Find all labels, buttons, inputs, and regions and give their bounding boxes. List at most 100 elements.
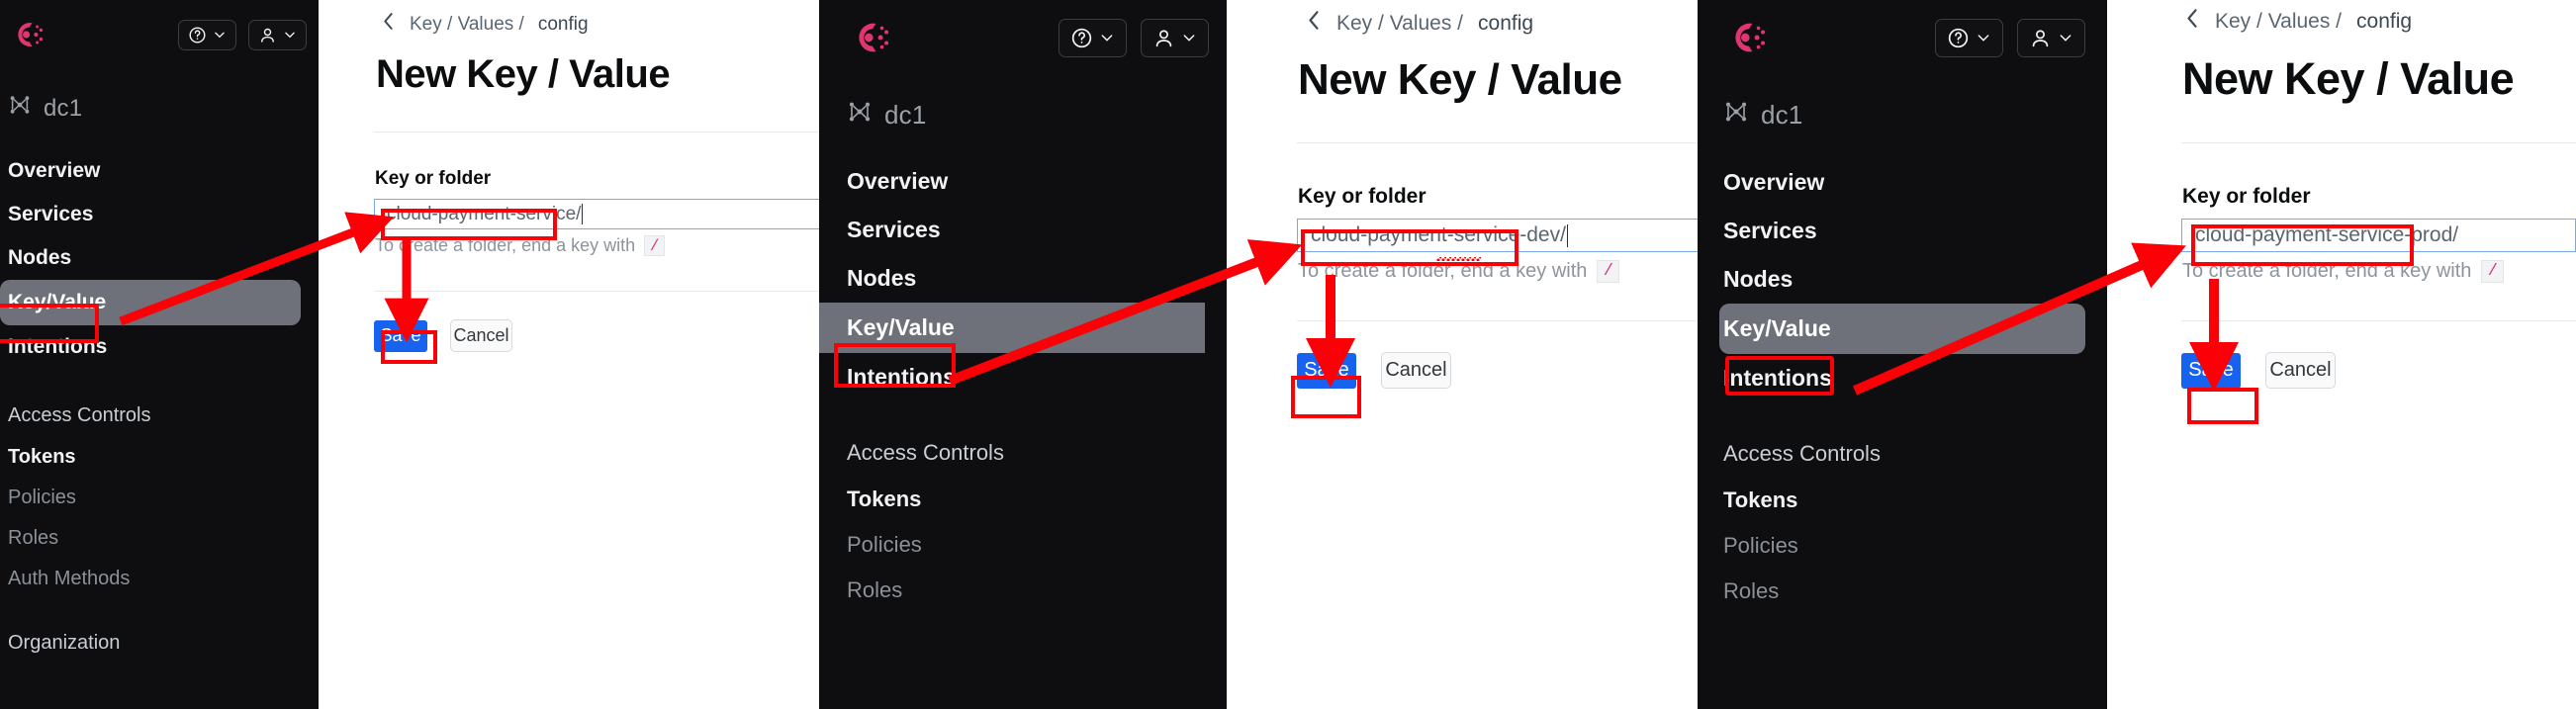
sidebar-item-label: Services bbox=[847, 217, 941, 242]
chevron-left-icon[interactable] bbox=[2184, 8, 2200, 35]
datacenter-selector[interactable]: dc1 bbox=[1698, 99, 2107, 132]
chevron-left-icon[interactable] bbox=[1306, 10, 1322, 37]
sidebar-item-services[interactable]: Services bbox=[819, 206, 1227, 254]
main-content: Key / Values / config New Key / Value Ke… bbox=[319, 0, 819, 709]
sidebar-item-label: Intentions bbox=[8, 335, 108, 358]
sidebar-item-services[interactable]: Services bbox=[1698, 207, 2107, 255]
sidebar-item-label: Policies bbox=[847, 532, 922, 557]
user-menu-button[interactable] bbox=[2017, 18, 2085, 57]
datacenter-name: dc1 bbox=[884, 100, 927, 130]
breadcrumb-segment-config[interactable]: config bbox=[1478, 12, 1533, 36]
sidebar-item-roles[interactable]: Roles bbox=[819, 568, 1227, 613]
sidebar-item-key-value[interactable]: Key/Value bbox=[1719, 304, 2085, 354]
sidebar-item-key-value[interactable]: Key/Value bbox=[819, 303, 1205, 353]
page-title: New Key / Value bbox=[1298, 55, 1622, 104]
help-menu-button[interactable] bbox=[1058, 18, 1127, 57]
sidebar-item-auth-methods[interactable]: Auth Methods bbox=[0, 559, 319, 599]
sidebar-item-policies[interactable]: Policies bbox=[1698, 523, 2107, 569]
sidebar-nav: Overview Services Nodes Key/Value Intent… bbox=[0, 149, 319, 664]
sidebar-item-overview[interactable]: Overview bbox=[819, 157, 1227, 206]
sidebar-item-tokens[interactable]: Tokens bbox=[1698, 478, 2107, 523]
sidebar-section-access-controls: Access Controls bbox=[1698, 430, 2107, 478]
sidebar-item-tokens[interactable]: Tokens bbox=[819, 477, 1227, 522]
main-content: Key / Values / config New Key / Value Ke… bbox=[1227, 0, 1698, 709]
sidebar-item-intentions[interactable]: Intentions bbox=[1698, 354, 2107, 402]
sidebar-section-label: Access Controls bbox=[1723, 441, 1881, 466]
datacenter-icon bbox=[1723, 99, 1749, 132]
breadcrumb-segment-key-values[interactable]: Key / Values / bbox=[1336, 12, 1463, 36]
chevron-down-icon bbox=[2058, 30, 2073, 45]
sidebar-item-label: Overview bbox=[1723, 169, 1825, 195]
sidebar: dc1 Overview Services Nodes Key/Value In… bbox=[1698, 0, 2107, 709]
folder-hint-text: To create a folder, end a key with bbox=[1298, 260, 1588, 282]
sidebar-item-label: Key/Value bbox=[8, 291, 107, 313]
cancel-button[interactable]: Cancel bbox=[450, 319, 512, 352]
consul-logo-icon[interactable] bbox=[847, 14, 894, 61]
form-actions: Save Cancel bbox=[2181, 352, 2576, 389]
form-actions: Save Cancel bbox=[374, 319, 819, 352]
datacenter-selector[interactable]: dc1 bbox=[0, 93, 319, 124]
divider-top bbox=[1297, 142, 1698, 143]
divider-bottom bbox=[1297, 320, 1698, 321]
key-or-folder-value: cloud-payment-service-dev/ bbox=[1311, 223, 1566, 246]
cancel-button[interactable]: Cancel bbox=[2265, 352, 2336, 389]
sidebar-section-label: Access Controls bbox=[8, 404, 151, 426]
sidebar-item-policies[interactable]: Policies bbox=[0, 478, 319, 518]
consul-logo-icon[interactable] bbox=[1723, 14, 1771, 61]
question-circle-icon bbox=[188, 26, 207, 44]
user-menu-button[interactable] bbox=[248, 19, 307, 50]
sidebar-section-label: Access Controls bbox=[847, 440, 1004, 465]
save-button[interactable]: Save bbox=[2181, 352, 2241, 389]
sidebar-item-label: Roles bbox=[847, 577, 903, 602]
sidebar-item-intentions[interactable]: Intentions bbox=[819, 353, 1227, 401]
key-or-folder-label: Key or folder bbox=[375, 168, 492, 189]
key-or-folder-input[interactable]: cloud-payment-service-prod/ bbox=[2181, 219, 2576, 252]
breadcrumb-segment-config[interactable]: config bbox=[538, 14, 589, 36]
sidebar-header bbox=[1698, 0, 2107, 61]
sidebar-nav: Overview Services Nodes Key/Value Intent… bbox=[819, 157, 1227, 613]
sidebar-item-nodes[interactable]: Nodes bbox=[0, 236, 319, 280]
sidebar-item-intentions[interactable]: Intentions bbox=[0, 325, 319, 369]
sidebar-item-label: Overview bbox=[847, 168, 949, 194]
sidebar-item-label: Tokens bbox=[1723, 487, 1798, 512]
page-title: New Key / Value bbox=[376, 52, 671, 96]
breadcrumb-segment-config[interactable]: config bbox=[2356, 10, 2412, 34]
sidebar-item-nodes[interactable]: Nodes bbox=[819, 254, 1227, 303]
sidebar-item-tokens[interactable]: Tokens bbox=[0, 437, 319, 478]
screenshot-root: dc1 Overview Services Nodes Key/Value In… bbox=[0, 0, 2576, 709]
chevron-down-icon bbox=[1976, 30, 1991, 45]
folder-hint-text: To create a folder, end a key with bbox=[2182, 260, 2472, 282]
sidebar-section-access-controls: Access Controls bbox=[0, 395, 319, 437]
save-button[interactable]: Save bbox=[1297, 352, 1356, 389]
sidebar-item-roles[interactable]: Roles bbox=[0, 518, 319, 559]
sidebar-item-policies[interactable]: Policies bbox=[819, 522, 1227, 568]
help-menu-button[interactable] bbox=[1935, 18, 2003, 57]
sidebar-item-overview[interactable]: Overview bbox=[0, 149, 319, 193]
sidebar-item-overview[interactable]: Overview bbox=[1698, 158, 2107, 207]
sidebar-item-roles[interactable]: Roles bbox=[1698, 569, 2107, 614]
sidebar-item-nodes[interactable]: Nodes bbox=[1698, 255, 2107, 304]
consul-logo-icon[interactable] bbox=[8, 15, 47, 54]
sidebar-item-key-value[interactable]: Key/Value bbox=[0, 280, 301, 325]
cancel-button[interactable]: Cancel bbox=[1381, 352, 1451, 389]
folder-hint: To create a folder, end a key with / bbox=[2182, 260, 2576, 283]
breadcrumb: Key / Values / config bbox=[381, 12, 819, 37]
breadcrumb: Key / Values / config bbox=[1306, 10, 1698, 37]
sidebar-item-services[interactable]: Services bbox=[0, 193, 319, 236]
sidebar-item-label: Auth Methods bbox=[8, 568, 131, 589]
key-or-folder-input[interactable]: cloud-payment-service/ bbox=[374, 199, 819, 229]
key-or-folder-input[interactable]: cloud-payment-service-dev/ bbox=[1297, 219, 1698, 252]
chevron-left-icon[interactable] bbox=[381, 12, 396, 37]
consul-panel-3: dc1 Overview Services Nodes Key/Value In… bbox=[1698, 0, 2576, 709]
sidebar-item-label: Tokens bbox=[847, 487, 922, 511]
folder-hint: To create a folder, end a key with / bbox=[1298, 260, 1698, 283]
help-menu-button[interactable] bbox=[178, 19, 236, 50]
question-circle-icon bbox=[1070, 27, 1093, 49]
breadcrumb-segment-key-values[interactable]: Key / Values / bbox=[2215, 10, 2342, 34]
save-button[interactable]: Save bbox=[374, 319, 427, 352]
datacenter-selector[interactable]: dc1 bbox=[819, 99, 1227, 132]
sidebar-item-label: Services bbox=[8, 203, 94, 225]
key-or-folder-label: Key or folder bbox=[2182, 185, 2311, 208]
breadcrumb-segment-key-values[interactable]: Key / Values / bbox=[410, 14, 524, 36]
user-menu-button[interactable] bbox=[1141, 18, 1209, 57]
